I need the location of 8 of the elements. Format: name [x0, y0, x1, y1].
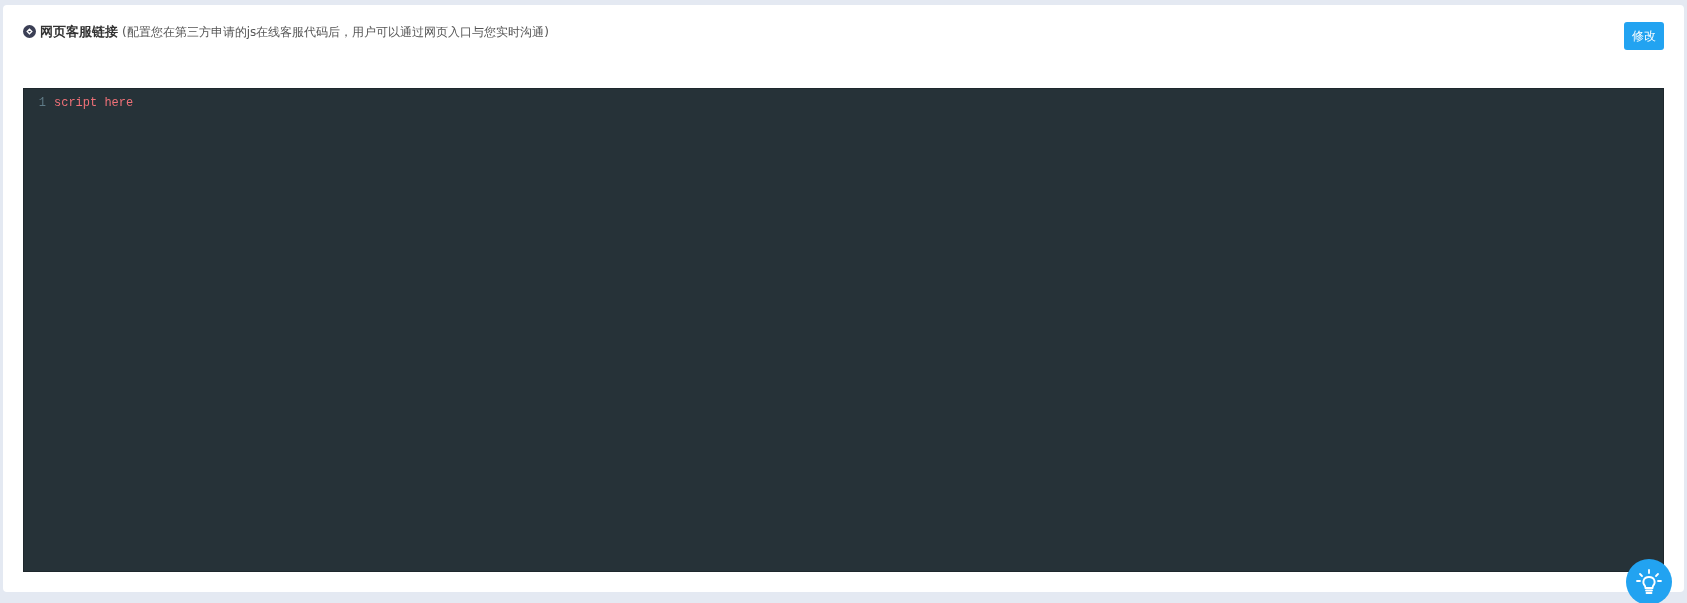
section-hint: (配置您在第三方申请的js在线客服代码后，用户可以通过网页入口与您实时沟通) — [122, 23, 549, 41]
lightbulb-icon[interactable] — [1626, 559, 1672, 603]
edit-button[interactable]: 修改 — [1624, 22, 1664, 50]
line-number: 1 — [37, 95, 47, 112]
code-editor[interactable]: 1 script here — [23, 88, 1664, 572]
section-title: 网页客服链接 — [40, 23, 118, 41]
code-line: script here — [54, 95, 134, 112]
link-icon — [23, 25, 36, 39]
